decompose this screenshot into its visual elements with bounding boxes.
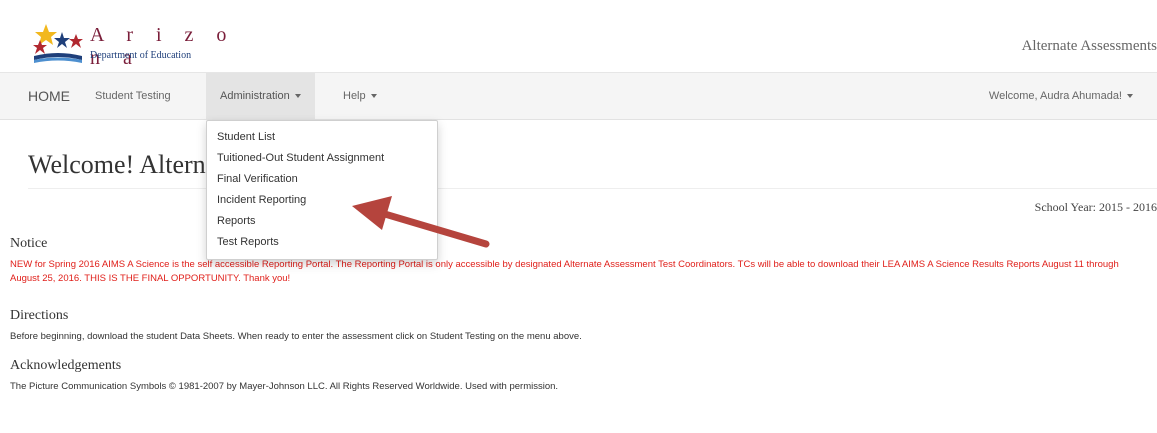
title-divider <box>28 188 1157 189</box>
menu-item-reports[interactable]: Reports <box>207 211 437 232</box>
directions-heading: Directions <box>10 308 69 323</box>
arizona-department-of-education-logo[interactable]: A r i z o n a Department of Education <box>32 22 242 69</box>
nav-administration-dropdown[interactable]: Administration <box>206 73 315 119</box>
nav-home-link[interactable]: HOME <box>28 73 70 119</box>
chevron-down-icon <box>1127 94 1133 99</box>
menu-item-tuitioned-out-student-assignment[interactable]: Tuitioned-Out Student Assignment <box>207 148 437 169</box>
menu-item-student-list[interactable]: Student List <box>207 127 437 148</box>
school-year-label: School Year: 2015 - 2016 <box>1034 200 1157 214</box>
logo-arizona-text: A r i z o n a <box>90 24 236 69</box>
chevron-down-icon <box>370 94 377 99</box>
welcome-user-label: Welcome, Audra Ahumada! <box>988 90 1122 102</box>
app-title: Alternate Assessments <box>1021 38 1157 54</box>
nav-administration-label: Administration <box>220 90 290 102</box>
nav-help-label: Help <box>343 90 366 102</box>
chevron-down-icon <box>294 94 301 99</box>
menu-item-incident-reporting[interactable]: Incident Reporting <box>207 190 437 211</box>
administration-menu: Student List Tuitioned-Out Student Assig… <box>206 120 438 260</box>
acknowledgements-text: The Picture Communication Symbols © 1981… <box>10 381 559 392</box>
nav-student-testing-link[interactable]: Student Testing <box>95 73 171 119</box>
notice-text: NEW for Spring 2016 AIMS A Science is th… <box>10 259 1119 284</box>
menu-item-test-reports[interactable]: Test Reports <box>207 232 437 253</box>
main-navbar: HOME Student Testing Administration Help… <box>0 72 1157 120</box>
acknowledgements-heading: Acknowledgements <box>10 358 122 373</box>
logo-department-text: Department of Education <box>90 50 192 61</box>
arizona-stars-logo-icon <box>33 24 83 63</box>
directions-text: Before beginning, download the student D… <box>10 331 582 342</box>
site-header: A r i z o n a Department of Education Al… <box>0 0 1157 72</box>
nav-help-dropdown[interactable]: Help <box>343 73 377 119</box>
menu-item-final-verification[interactable]: Final Verification <box>207 169 437 190</box>
user-menu-dropdown[interactable]: Welcome, Audra Ahumada! <box>989 73 1133 119</box>
notice-heading: Notice <box>10 236 48 251</box>
